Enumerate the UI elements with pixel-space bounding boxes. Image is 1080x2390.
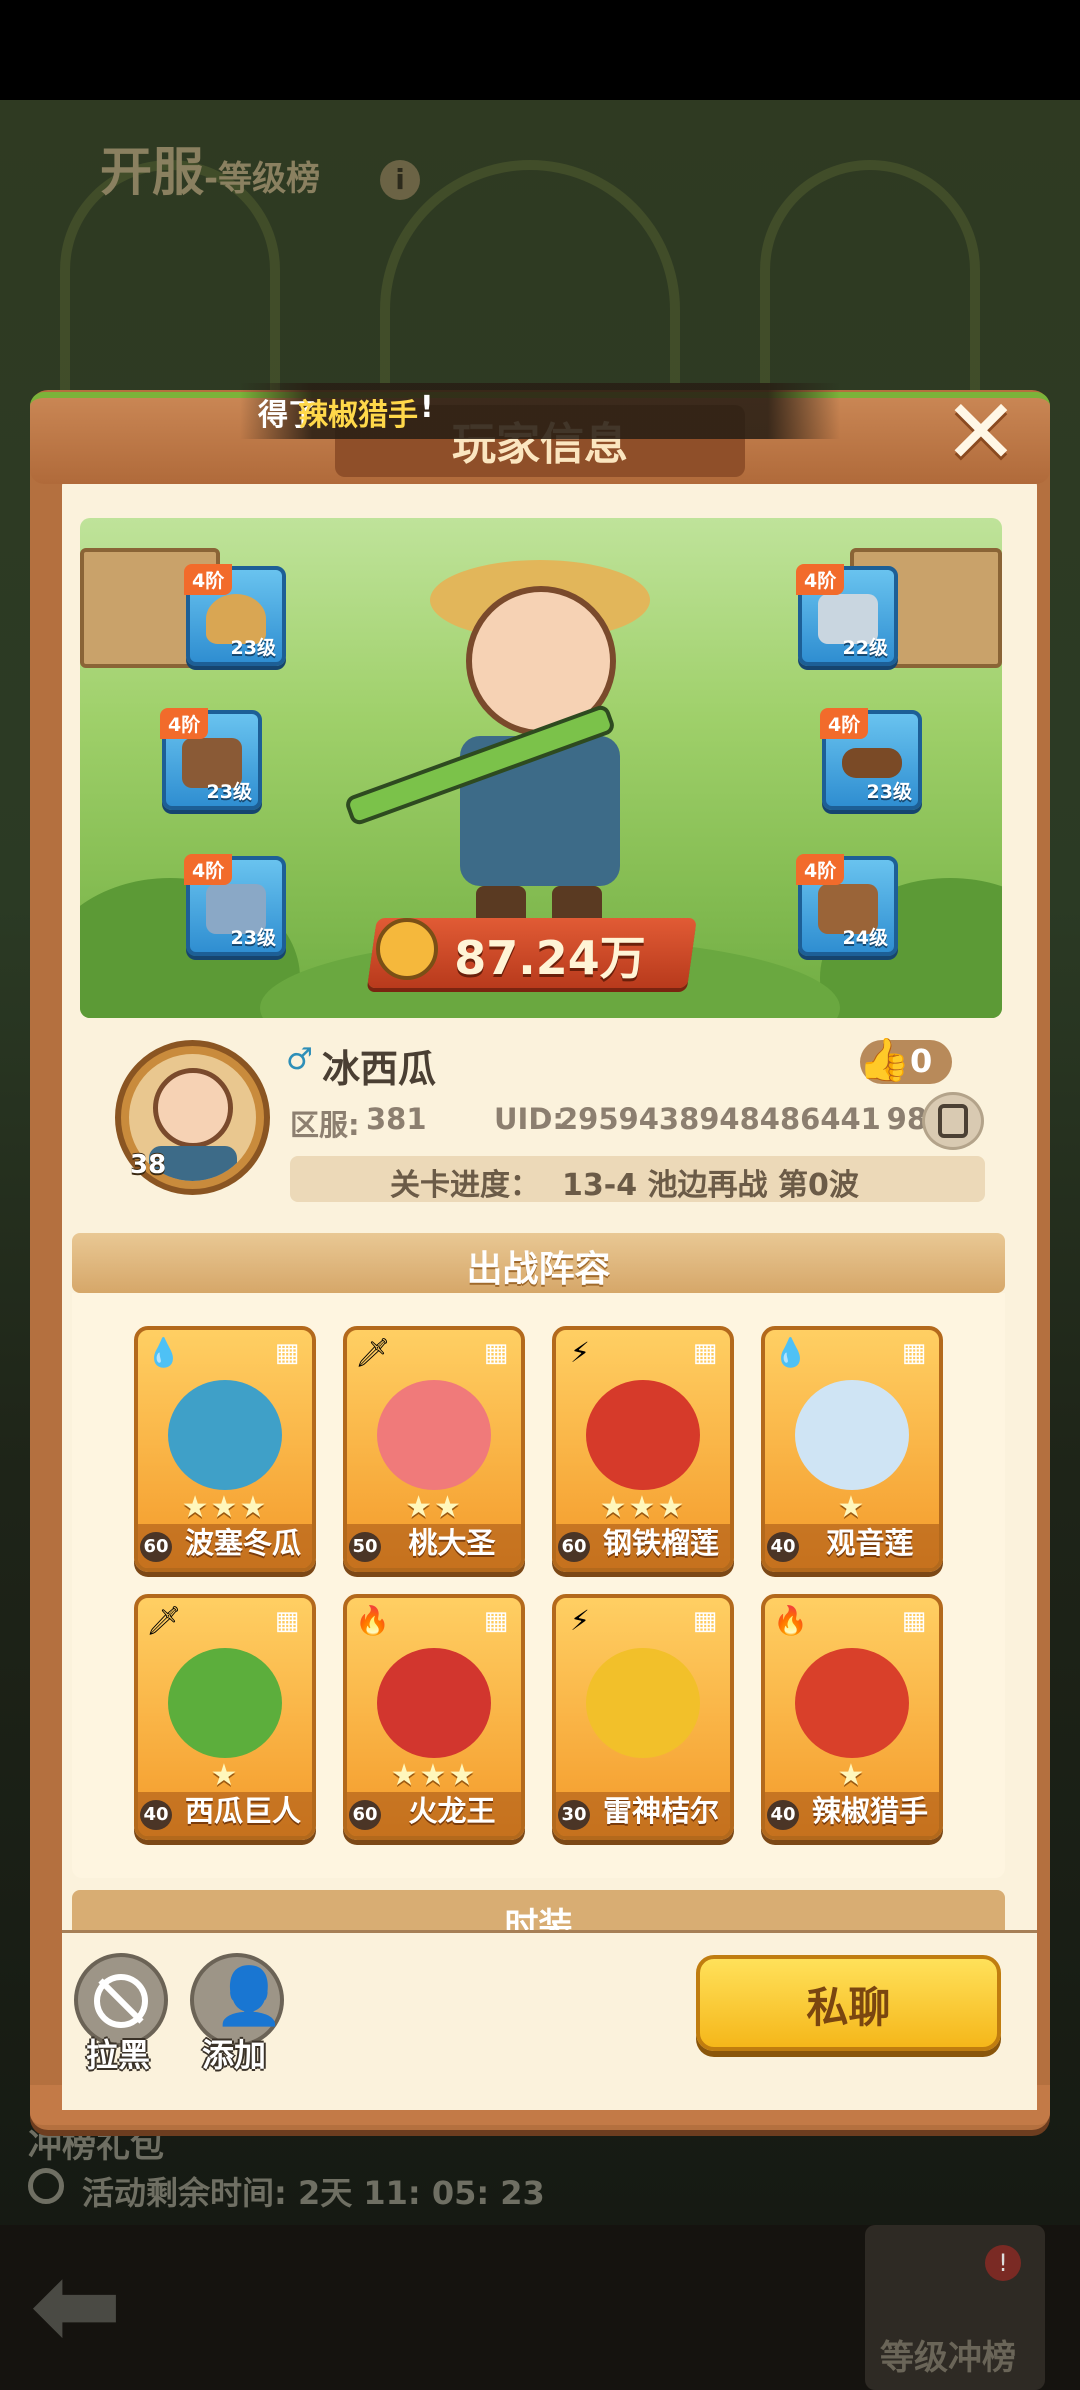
block-label: 拉黑 xyxy=(86,2036,151,2074)
notification-badge: ! xyxy=(985,2245,1021,2281)
sword-element-icon: 🗡 xyxy=(355,1336,391,1369)
grid-icon: ▦ xyxy=(483,1606,509,1636)
grid-icon: ▦ xyxy=(483,1338,509,1368)
hero-card[interactable]: ⚡ ▦ 30 雷神桔尔 xyxy=(552,1594,734,1840)
male-icon: ♂ xyxy=(286,1042,313,1077)
water-element-icon: 💧 xyxy=(773,1336,808,1369)
sword-element-icon: 🗡 xyxy=(146,1604,182,1637)
hero-portrait xyxy=(586,1380,700,1490)
gear-tier: 4阶 xyxy=(820,708,869,739)
hero-level: 60 xyxy=(140,1532,172,1562)
grid-icon: ▦ xyxy=(274,1338,300,1368)
gear-tier: 4阶 xyxy=(796,564,845,595)
grid-icon: ▦ xyxy=(901,1338,927,1368)
hero-card[interactable]: ⚡ ▦ ★★★ 60 钢铁榴莲 xyxy=(552,1326,734,1572)
avatar-level: 38 xyxy=(130,1150,167,1180)
level-rank-label: 等级冲榜 xyxy=(880,2338,1016,2378)
hero-portrait xyxy=(586,1648,700,1758)
add-user-icon: 👤 xyxy=(214,1964,284,2029)
hero-card[interactable]: 🗡 ▦ ★ 40 西瓜巨人 xyxy=(134,1594,316,1840)
hero-name: 火龙王 xyxy=(408,1794,496,1828)
server-label: 区服: xyxy=(290,1108,360,1142)
power-icon xyxy=(376,918,438,980)
hero-character xyxy=(343,560,660,980)
hero-level: 30 xyxy=(558,1800,590,1830)
like-count: 0 xyxy=(910,1042,933,1080)
ticker-suffix: ! xyxy=(420,390,434,425)
hero-level: 60 xyxy=(558,1532,590,1562)
hero-card[interactable]: 🔥 ▦ ★ 40 辣椒猎手 xyxy=(761,1594,943,1840)
add-friend-label: 添加 xyxy=(202,2036,267,2074)
hero-level: 60 xyxy=(349,1800,381,1830)
hero-portrait xyxy=(377,1380,491,1490)
gear-tier: 4阶 xyxy=(184,854,233,885)
grid-icon: ▦ xyxy=(692,1338,718,1368)
belt-icon xyxy=(842,748,902,778)
gear-tier: 4阶 xyxy=(184,564,233,595)
hero-level: 40 xyxy=(767,1532,799,1562)
back-arrow-icon: ⬅ xyxy=(30,2241,123,2369)
hero-name: 观音莲 xyxy=(826,1526,914,1560)
private-chat-label: 私聊 xyxy=(806,1983,891,2032)
avatar-face xyxy=(153,1068,233,1148)
equipment-slot-gloves[interactable]: 4阶 23级 xyxy=(160,708,262,810)
copy-icon xyxy=(938,1104,968,1138)
hero-name: 辣椒猎手 xyxy=(811,1794,928,1828)
gear-level: 23级 xyxy=(230,927,276,949)
water-element-icon: 💧 xyxy=(146,1336,181,1369)
hero-card[interactable]: 🗡 ▦ ★★ 50 桃大圣 xyxy=(343,1326,525,1572)
hero-portrait xyxy=(795,1648,909,1758)
stage-progress-label: 关卡进度： xyxy=(390,1168,540,1203)
power-value: 87.24万 xyxy=(454,931,646,985)
gear-level: 23级 xyxy=(206,781,252,803)
hero-name: 桃大圣 xyxy=(408,1526,496,1560)
costume-title: 时装 xyxy=(504,1906,573,1930)
hero-card[interactable]: 🔥 ▦ ★★★ 60 火龙王 xyxy=(343,1594,525,1840)
hero-portrait xyxy=(168,1648,282,1758)
equipment-slot-pants[interactable]: 4阶 23级 xyxy=(184,854,286,956)
hero-card[interactable]: 💧 ▦ ★★★ 60 波塞冬瓜 xyxy=(134,1326,316,1572)
hero-card[interactable]: 💧 ▦ ★ 40 观音莲 xyxy=(761,1326,943,1572)
uid-value: 2959438948486441 98 xyxy=(558,1102,927,1136)
equipment-slot-shirt[interactable]: 4阶 22级 xyxy=(796,564,898,666)
equipment-slot-boots[interactable]: 4阶 24级 xyxy=(796,854,898,956)
uid-label: UID: xyxy=(494,1102,565,1136)
hero-level: 40 xyxy=(140,1800,172,1830)
stage-progress-value: 13-4 池边再战 第0波 xyxy=(562,1168,859,1203)
hero-name: 波塞冬瓜 xyxy=(184,1526,301,1560)
hero-portrait xyxy=(377,1648,491,1758)
hero-level: 40 xyxy=(767,1800,799,1830)
fire-element-icon: 🔥 xyxy=(355,1604,390,1637)
fire-element-icon: 🔥 xyxy=(773,1604,808,1637)
close-icon[interactable]: ✕ xyxy=(940,388,1022,478)
gear-tier: 4阶 xyxy=(160,708,209,739)
gear-level: 23级 xyxy=(866,781,912,803)
hero-name: 钢铁榴莲 xyxy=(602,1526,719,1560)
equipment-slot-hat[interactable]: 4阶 23级 xyxy=(184,564,286,666)
gear-level: 23级 xyxy=(230,637,276,659)
hero-level: 50 xyxy=(349,1532,381,1562)
thumbs-up-icon: 👍 xyxy=(858,1035,911,1084)
event-timer: 活动剩余时间: 2天 11: 05: 23 xyxy=(82,2174,545,2212)
gear-level: 22级 xyxy=(842,637,888,659)
gear-tier: 4阶 xyxy=(796,854,845,885)
info-icon: i xyxy=(380,160,420,200)
hero-portrait xyxy=(795,1380,909,1490)
grid-icon: ▦ xyxy=(692,1606,718,1636)
server-value: 381 xyxy=(366,1102,427,1136)
thunder-element-icon: ⚡ xyxy=(570,1336,590,1369)
thunder-element-icon: ⚡ xyxy=(570,1604,590,1637)
equipment-slot-belt[interactable]: 4阶 23级 xyxy=(820,708,922,810)
gear-level: 24级 xyxy=(842,927,888,949)
hero-name: 西瓜巨人 xyxy=(184,1794,301,1828)
player-name: 冰西瓜 xyxy=(322,1047,437,1091)
hero-portrait xyxy=(168,1380,282,1490)
lineup-title: 出战阵容 xyxy=(466,1249,611,1290)
grid-icon: ▦ xyxy=(901,1606,927,1636)
ticker-highlight: 辣椒猎手 xyxy=(298,398,418,433)
hero-name: 雷神桔尔 xyxy=(602,1794,719,1828)
background-page-title: 开服-等级榜 xyxy=(100,143,321,203)
clock-icon xyxy=(28,2168,64,2204)
grid-icon: ▦ xyxy=(274,1606,300,1636)
